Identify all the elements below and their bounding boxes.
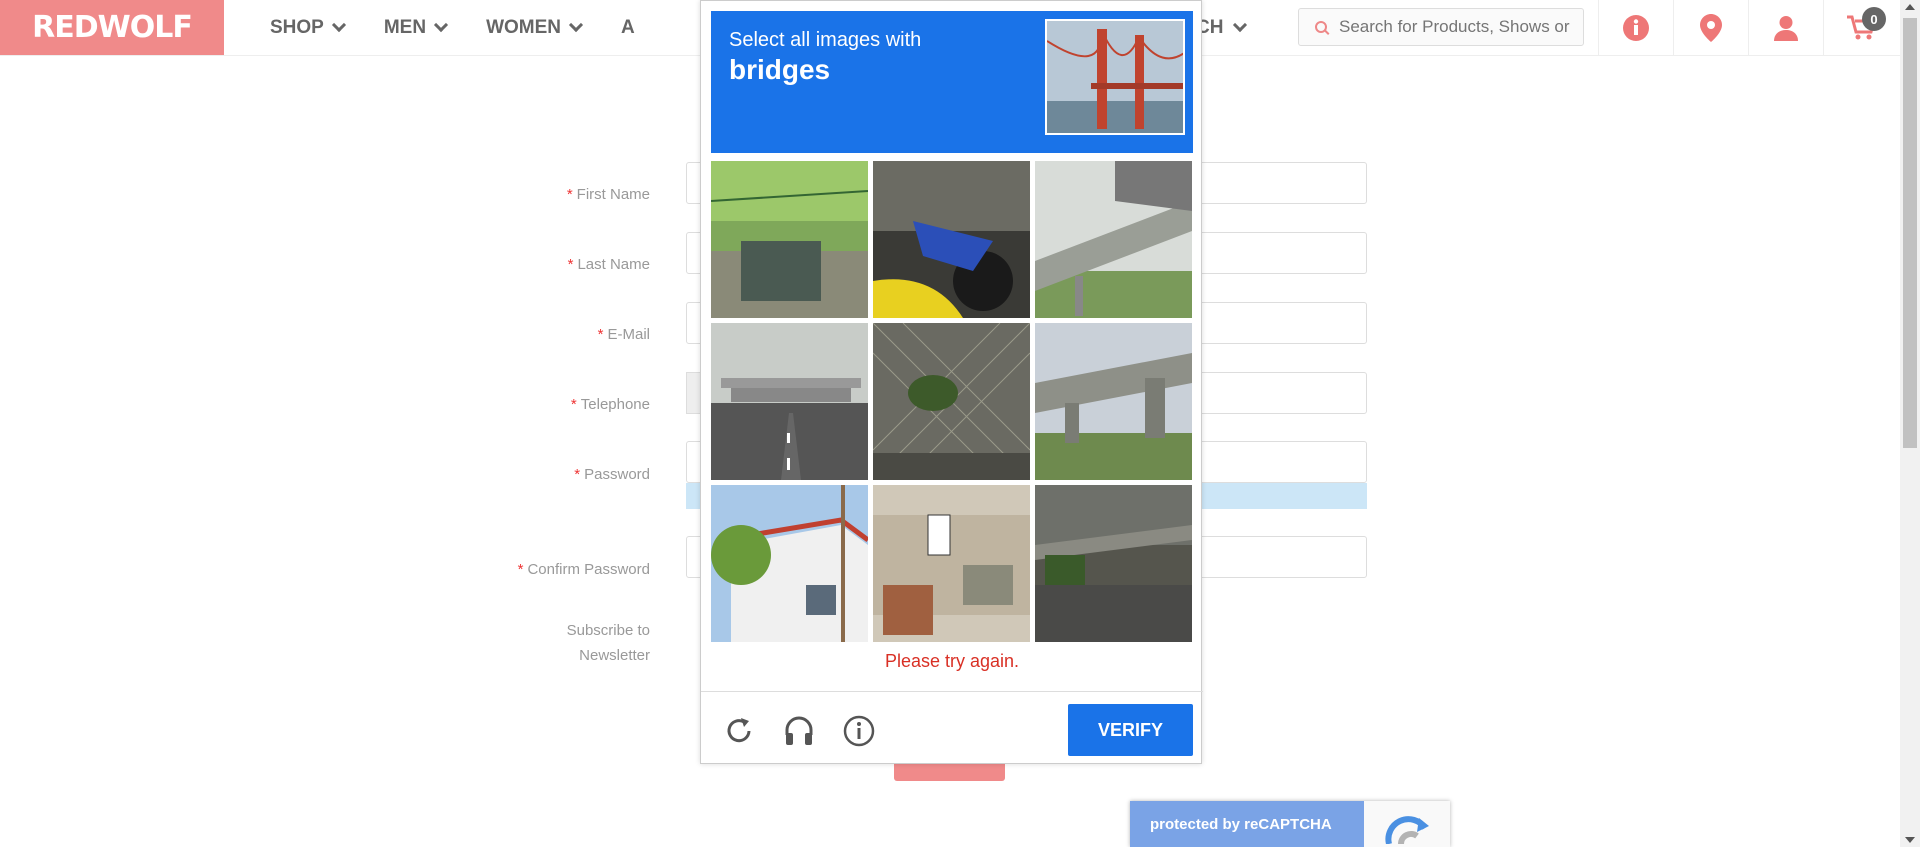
recaptcha-badge[interactable]: protected by reCAPTCHA bbox=[1130, 801, 1450, 847]
captcha-challenge: Select all images with bridges Please tr… bbox=[700, 0, 1203, 765]
captcha-error-message: Please try again. bbox=[884, 651, 1020, 671]
nav-women-label: WOMEN bbox=[486, 16, 562, 38]
account-icon[interactable] bbox=[1748, 0, 1823, 55]
password-text: Password bbox=[584, 466, 650, 483]
header-icons: 0 bbox=[1598, 0, 1898, 55]
nav-men[interactable]: MEN bbox=[383, 16, 449, 39]
captcha-footer: VERIFY bbox=[701, 691, 1203, 765]
email-label: * E-Mail bbox=[598, 326, 650, 343]
chevron-down-icon bbox=[434, 17, 449, 32]
nav-shop-label: SHOP bbox=[270, 16, 324, 38]
last-name-label: * Last Name bbox=[568, 256, 650, 273]
required-mark: * bbox=[567, 256, 574, 273]
newsletter-label-line1: Subscribe to bbox=[566, 622, 650, 639]
required-mark: * bbox=[566, 186, 573, 203]
nav-women[interactable]: WOMEN bbox=[486, 16, 584, 39]
audio-challenge-icon[interactable] bbox=[781, 713, 817, 749]
page-scrollbar[interactable] bbox=[1900, 0, 1920, 847]
telephone-label: * Telephone bbox=[571, 396, 650, 413]
captcha-sample-image bbox=[1045, 19, 1185, 135]
confirm-password-text: Confirm Password bbox=[527, 561, 650, 578]
scroll-thumb[interactable] bbox=[1903, 18, 1917, 448]
required-mark: * bbox=[517, 561, 524, 578]
help-info-icon[interactable] bbox=[841, 713, 877, 749]
captcha-tile-9[interactable] bbox=[1035, 485, 1192, 642]
info-icon[interactable] bbox=[1598, 0, 1673, 55]
cart-icon[interactable]: 0 bbox=[1823, 0, 1898, 55]
first-name-label: * First Name bbox=[567, 186, 650, 203]
chevron-down-icon bbox=[331, 17, 346, 32]
recaptcha-badge-text: protected by reCAPTCHA bbox=[1130, 801, 1364, 847]
captcha-tile-5[interactable] bbox=[873, 323, 1030, 480]
search-icon bbox=[1315, 21, 1327, 33]
required-mark: * bbox=[574, 466, 581, 483]
captcha-image-grid bbox=[711, 161, 1192, 642]
recaptcha-logo-icon bbox=[1364, 801, 1450, 847]
scroll-down-arrow-icon[interactable] bbox=[1905, 837, 1915, 843]
chevron-down-icon bbox=[568, 17, 584, 32]
captcha-tile-6[interactable] bbox=[1035, 323, 1192, 480]
captcha-tile-1[interactable] bbox=[711, 161, 868, 318]
newsletter-label: Subscribe to Newsletter bbox=[567, 618, 650, 668]
location-pin-icon[interactable] bbox=[1673, 0, 1748, 55]
nav-tail-item[interactable]: CH bbox=[1196, 0, 1248, 55]
required-mark: * bbox=[570, 396, 577, 413]
captcha-header: Select all images with bridges bbox=[711, 11, 1193, 153]
scroll-up-arrow-icon[interactable] bbox=[1905, 4, 1915, 10]
captcha-tile-4[interactable] bbox=[711, 323, 868, 480]
main-nav: SHOP MEN WOMEN A bbox=[270, 0, 675, 55]
captcha-tile-3[interactable] bbox=[1035, 161, 1192, 318]
captcha-tile-2[interactable] bbox=[873, 161, 1030, 318]
first-name-text: First Name bbox=[576, 186, 650, 203]
last-name-text: Last Name bbox=[577, 256, 650, 273]
search-box[interactable] bbox=[1298, 8, 1584, 46]
email-text: E-Mail bbox=[607, 326, 650, 343]
nav-partial[interactable]: A bbox=[621, 17, 635, 39]
cart-count-badge: 0 bbox=[1862, 7, 1886, 31]
confirm-password-label: * Confirm Password bbox=[518, 561, 650, 578]
reload-icon[interactable] bbox=[721, 713, 757, 749]
nav-partial-label: A bbox=[621, 16, 635, 38]
telephone-text: Telephone bbox=[580, 396, 650, 413]
verify-button[interactable]: VERIFY bbox=[1068, 704, 1193, 756]
nav-men-label: MEN bbox=[383, 16, 427, 38]
nav-shop[interactable]: SHOP bbox=[270, 16, 346, 39]
captcha-tile-7[interactable] bbox=[711, 485, 868, 642]
newsletter-label-line2: Newsletter bbox=[579, 647, 650, 664]
password-label: * Password bbox=[574, 466, 650, 483]
site-logo[interactable]: REDWOLF bbox=[0, 0, 224, 55]
required-mark: * bbox=[597, 326, 604, 343]
search-input[interactable] bbox=[1339, 17, 1579, 37]
chevron-down-icon bbox=[1233, 17, 1248, 32]
captcha-tile-8[interactable] bbox=[873, 485, 1030, 642]
